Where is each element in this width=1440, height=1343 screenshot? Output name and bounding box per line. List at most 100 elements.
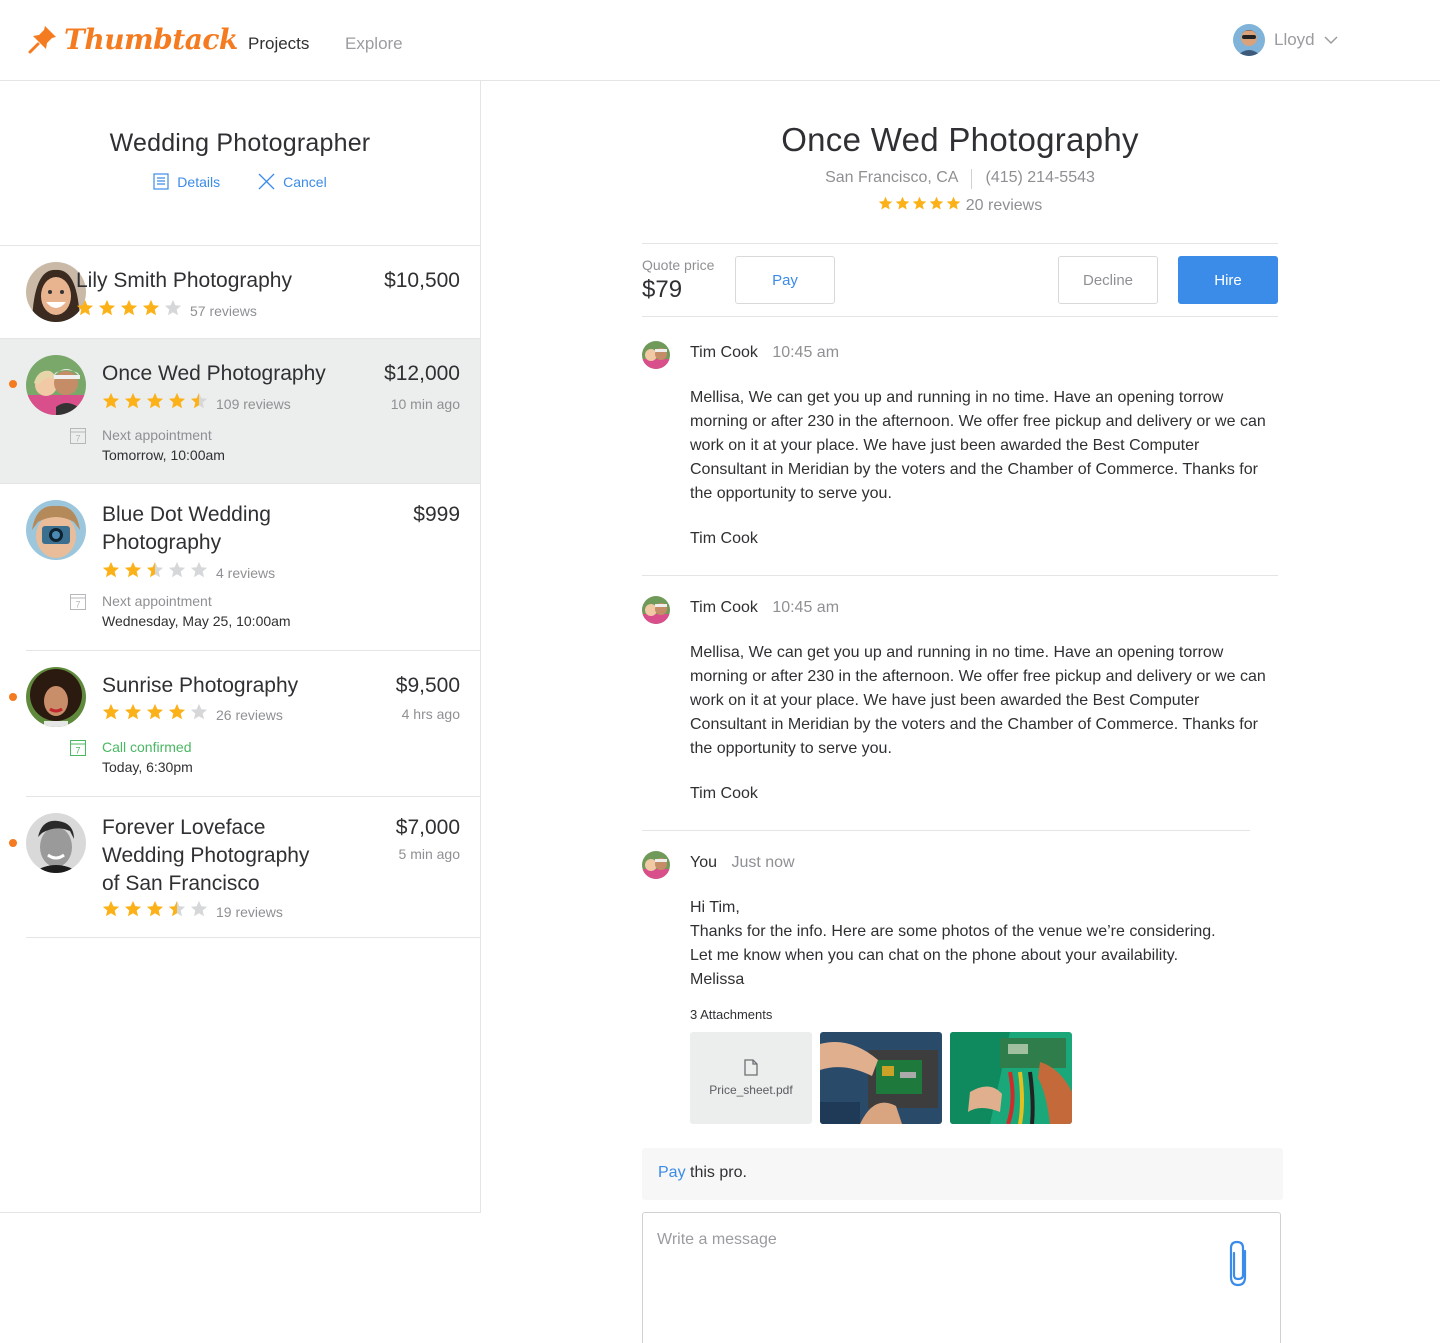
pro-name-line: Forever Loveface bbox=[102, 816, 266, 839]
thumbtack-logo[interactable]: Thumbtack bbox=[28, 22, 238, 56]
appointment-value: Tomorrow, 10:00am bbox=[102, 447, 225, 463]
stars bbox=[878, 196, 961, 216]
message-header: You Just now bbox=[690, 854, 795, 872]
star-icon bbox=[102, 703, 120, 720]
star-rating-graphic bbox=[102, 900, 208, 917]
pro-name-line: Blue Dot Wedding bbox=[102, 503, 271, 526]
star-icon bbox=[190, 392, 208, 409]
pay-pro-suffix: this pro. bbox=[685, 1164, 747, 1181]
quote-item[interactable]: Lily Smith Photography $10,500 57 review… bbox=[0, 246, 480, 339]
quote-price: $999 bbox=[413, 503, 460, 526]
attachments-label: 3 Attachments bbox=[690, 1007, 773, 1022]
pro-location: San Francisco, CA bbox=[825, 169, 959, 186]
attachment-photo[interactable] bbox=[950, 1032, 1072, 1124]
star-rating: 57 reviews bbox=[76, 299, 257, 322]
star-rating: 109 reviews bbox=[102, 392, 291, 415]
user-menu[interactable]: Lloyd bbox=[1233, 24, 1338, 56]
message-author: You bbox=[690, 854, 717, 871]
quote-price-label: Quote price bbox=[642, 257, 715, 273]
hire-button[interactable]: Hire bbox=[1178, 256, 1278, 304]
close-icon bbox=[258, 173, 275, 190]
star-icon bbox=[190, 561, 208, 578]
appointment-value: Today, 6:30pm bbox=[102, 759, 193, 775]
appointment-info: Next appointment Tomorrow, 10:00am bbox=[102, 425, 225, 465]
star-icon bbox=[142, 299, 160, 316]
star-icon bbox=[146, 703, 164, 720]
pro-name: Once Wed Photography bbox=[102, 362, 326, 385]
star-icon bbox=[190, 900, 208, 917]
star-icon bbox=[168, 900, 186, 917]
attachments-row: Price_sheet.pdf bbox=[690, 1032, 1072, 1124]
attachment-file[interactable]: Price_sheet.pdf bbox=[690, 1032, 812, 1124]
message-body: Mellisa, We can get you up and running i… bbox=[690, 644, 1266, 757]
quote-price: $12,000 bbox=[384, 362, 460, 385]
quote-item[interactable]: Blue Dot Wedding Photography $999 4 revi… bbox=[26, 484, 480, 651]
stars bbox=[102, 561, 208, 584]
quote-item[interactable]: Sunrise Photography $9,500 4 hrs ago 26 … bbox=[9, 651, 480, 797]
message: You Just now Hi Tim, Thanks for the info… bbox=[642, 851, 1278, 996]
message-input[interactable] bbox=[657, 1231, 1217, 1331]
star-icon bbox=[146, 561, 164, 578]
star-icon bbox=[878, 196, 892, 210]
star-icon bbox=[124, 703, 142, 720]
star-icon bbox=[146, 392, 164, 409]
document-icon bbox=[153, 173, 169, 190]
paperclip-icon[interactable] bbox=[1227, 1239, 1253, 1294]
cancel-link[interactable]: Cancel bbox=[258, 173, 327, 190]
pro-rating: 20 reviews bbox=[642, 196, 1278, 216]
pro-name-line: of San Francisco bbox=[102, 872, 260, 895]
star-rating-graphic bbox=[878, 196, 960, 210]
message-body: Mellisa, We can get you up and running i… bbox=[690, 389, 1266, 502]
star-icon bbox=[120, 299, 138, 316]
star-rating-graphic bbox=[102, 703, 208, 720]
attachment-photo[interactable] bbox=[820, 1032, 942, 1124]
pro-name: Blue Dot Wedding Photography bbox=[102, 501, 271, 557]
star-icon bbox=[168, 561, 186, 578]
calendar-icon: 7 bbox=[70, 428, 86, 449]
project-actions: Details Cancel bbox=[0, 173, 480, 190]
message-header: Tim Cook 10:45 am bbox=[690, 599, 839, 617]
message-line: Hi Tim, bbox=[690, 899, 740, 916]
svg-text:7: 7 bbox=[75, 600, 80, 610]
star-rating-graphic bbox=[102, 392, 208, 409]
nav-projects[interactable]: Projects bbox=[248, 34, 309, 54]
project-title: Wedding Photographer bbox=[109, 129, 371, 157]
star-rating-graphic bbox=[76, 299, 182, 316]
unread-dot bbox=[9, 839, 17, 847]
star-rating: 4 reviews bbox=[102, 561, 275, 584]
sender-avatar bbox=[642, 851, 670, 879]
quote-item-selected[interactable]: Once Wed Photography $12,000 10 min ago … bbox=[0, 339, 480, 484]
star-icon bbox=[102, 392, 120, 409]
appointment-info: Call confirmed Today, 6:30pm bbox=[102, 737, 193, 777]
pro-name: Sunrise Photography bbox=[102, 674, 299, 697]
quote-price: $7,000 bbox=[395, 816, 460, 839]
review-count: 109 reviews bbox=[216, 395, 291, 412]
pro-review-count[interactable]: 20 reviews bbox=[966, 197, 1042, 215]
file-icon bbox=[744, 1059, 758, 1076]
details-label: Details bbox=[177, 173, 221, 190]
message-time: Just now bbox=[731, 854, 795, 871]
stars bbox=[102, 392, 208, 415]
appointment-info: Next appointment Wednesday, May 25, 10:0… bbox=[102, 591, 291, 631]
message-time: 10:45 am bbox=[772, 344, 840, 361]
pro-name: Lily Smith Photography bbox=[76, 269, 292, 292]
message-line: Melissa bbox=[690, 971, 745, 988]
pay-button[interactable]: Pay bbox=[735, 256, 835, 304]
details-link[interactable]: Details bbox=[153, 173, 220, 190]
quote-time: 4 hrs ago bbox=[401, 706, 460, 722]
pay-pro-banner: Pay this pro. bbox=[642, 1148, 1283, 1200]
star-icon bbox=[168, 703, 186, 720]
quote-time: 10 min ago bbox=[390, 396, 460, 412]
message-divider bbox=[642, 575, 1278, 576]
star-icon bbox=[929, 196, 943, 210]
pro-name-line: Photography bbox=[102, 531, 222, 554]
decline-button[interactable]: Decline bbox=[1058, 256, 1158, 304]
pro-phone[interactable]: (415) 214-5543 bbox=[985, 169, 1094, 189]
message-line: Thanks for the info. Here are some photo… bbox=[690, 923, 1216, 940]
message-signature: Tim Cook bbox=[690, 785, 758, 802]
nav-explore[interactable]: Explore bbox=[345, 34, 403, 54]
quote-item[interactable]: Forever Loveface Wedding Photography of … bbox=[9, 797, 480, 938]
pro-avatar bbox=[26, 500, 86, 560]
pay-pro-link[interactable]: Pay bbox=[658, 1164, 686, 1181]
unread-dot bbox=[9, 693, 17, 701]
